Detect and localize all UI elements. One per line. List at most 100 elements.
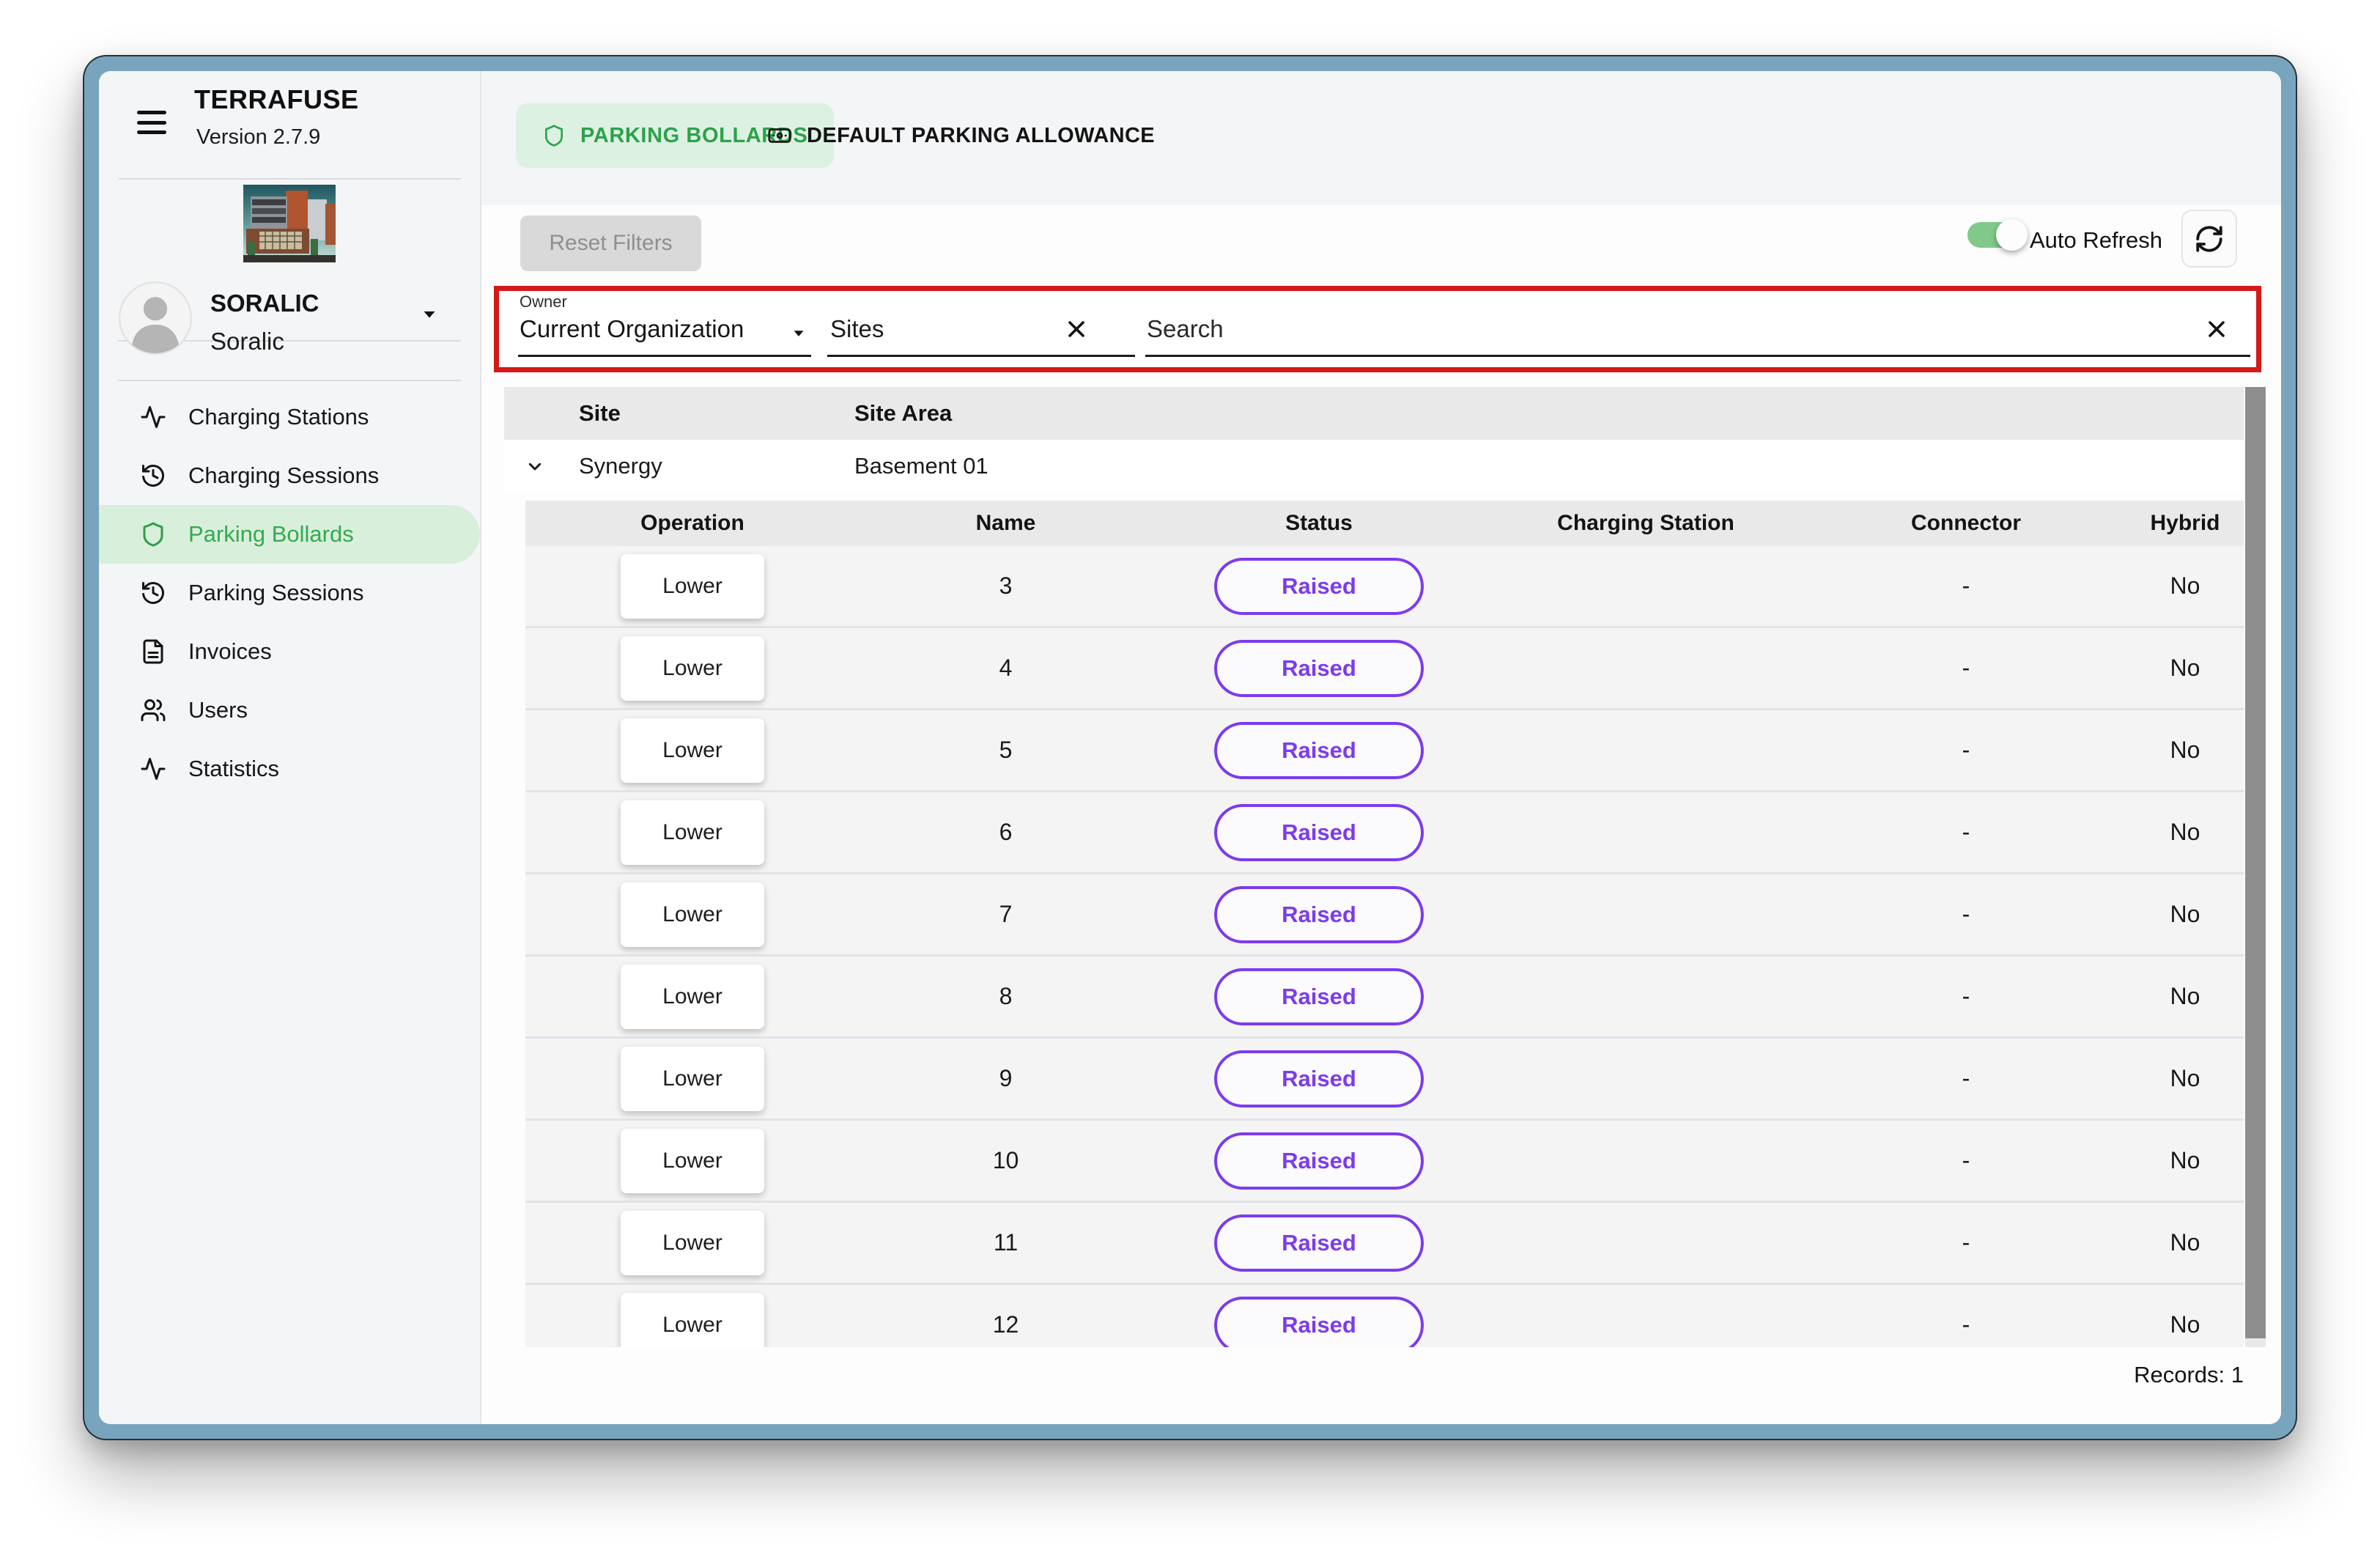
hamburger-menu-icon[interactable] bbox=[137, 111, 166, 134]
shield-icon bbox=[140, 521, 166, 548]
connector-cell: - bbox=[1962, 901, 1970, 928]
connector-cell: - bbox=[1962, 737, 1970, 764]
history-icon bbox=[140, 580, 166, 606]
lower-button[interactable]: Lower bbox=[621, 1047, 764, 1111]
chevron-down-icon[interactable] bbox=[523, 454, 547, 478]
lower-button[interactable]: Lower bbox=[621, 800, 764, 865]
sidebar-item-statistics[interactable]: Statistics bbox=[99, 740, 480, 798]
activity-icon bbox=[140, 404, 166, 430]
bollard-name: 8 bbox=[999, 983, 1013, 1010]
connector-cell: - bbox=[1962, 572, 1970, 600]
toggle-knob bbox=[1996, 219, 2028, 251]
col-hybrid: Hybrid bbox=[2150, 511, 2220, 536]
sites-field[interactable]: Sites bbox=[830, 315, 884, 343]
hybrid-cell: No bbox=[2170, 901, 2200, 928]
bollard-name: 3 bbox=[999, 572, 1013, 600]
app-version: Version 2.7.9 bbox=[196, 125, 320, 150]
sidebar-nav: Charging Stations Charging Sessions Park… bbox=[99, 388, 480, 798]
app-window: TERRAFUSE Version 2.7.9 bbox=[84, 56, 2296, 1439]
hybrid-cell: No bbox=[2170, 1147, 2200, 1174]
owner-field-label: Owner bbox=[520, 292, 567, 312]
site-header-row: Site Site Area bbox=[504, 387, 2244, 440]
hybrid-cell: No bbox=[2170, 572, 2200, 600]
lower-button[interactable]: Lower bbox=[621, 965, 764, 1029]
bollard-name: 7 bbox=[999, 901, 1013, 928]
sidebar-item-users[interactable]: Users bbox=[99, 681, 480, 740]
table-scrollbar-thumb[interactable] bbox=[2245, 387, 2266, 1338]
status-badge: Raised bbox=[1214, 558, 1424, 615]
col-operation: Operation bbox=[640, 511, 744, 536]
lower-button[interactable]: Lower bbox=[621, 1129, 764, 1193]
refresh-button[interactable] bbox=[2181, 210, 2237, 268]
site-column-header: Site bbox=[504, 400, 854, 427]
account-org-name: SORALIC bbox=[210, 290, 319, 317]
sidebar-item-invoices[interactable]: Invoices bbox=[99, 622, 480, 681]
account-user-name: Soralic bbox=[210, 328, 284, 355]
bollard-name: 4 bbox=[999, 655, 1013, 682]
sidebar-divider bbox=[118, 178, 461, 180]
hybrid-cell: No bbox=[2170, 1065, 2200, 1092]
account-caret-down-icon[interactable] bbox=[418, 303, 440, 325]
bollard-name: 10 bbox=[993, 1147, 1019, 1174]
sidebar-item-charging-stations[interactable]: Charging Stations bbox=[99, 388, 480, 446]
site-area-name: Basement 01 bbox=[854, 453, 2244, 479]
lower-button[interactable]: Lower bbox=[621, 1293, 764, 1348]
columns-header-row: Operation Name Status Charging Station C… bbox=[525, 501, 2244, 546]
search-input[interactable] bbox=[1147, 310, 2173, 348]
auto-refresh-label: Auto Refresh bbox=[2030, 227, 2162, 254]
connector-cell: - bbox=[1962, 819, 1970, 846]
connector-cell: - bbox=[1962, 1065, 1970, 1092]
reset-filters-button[interactable]: Reset Filters bbox=[520, 215, 701, 271]
sites-underline bbox=[827, 355, 1135, 357]
status-badge: Raised bbox=[1214, 722, 1424, 779]
owner-select[interactable]: Current Organization bbox=[520, 315, 744, 343]
hybrid-cell: No bbox=[2170, 737, 2200, 764]
app-window-content: TERRAFUSE Version 2.7.9 bbox=[99, 71, 2281, 1424]
sidebar-item-label: Charging Sessions bbox=[188, 462, 379, 489]
table-row: Lower 7 Raised - No bbox=[525, 874, 2244, 957]
sidebar-item-label: Charging Stations bbox=[188, 404, 369, 430]
sidebar-item-parking-sessions[interactable]: Parking Sessions bbox=[99, 564, 480, 622]
table-scrollbar-track[interactable] bbox=[2245, 387, 2266, 1347]
site-name: Synergy bbox=[504, 453, 854, 479]
lower-button[interactable]: Lower bbox=[621, 554, 764, 619]
status-badge: Raised bbox=[1214, 1215, 1424, 1272]
search-clear-icon[interactable] bbox=[2203, 316, 2230, 342]
table-row: Lower 8 Raised - No bbox=[525, 957, 2244, 1039]
col-charging-station: Charging Station bbox=[1557, 511, 1734, 536]
connector-cell: - bbox=[1962, 1229, 1970, 1256]
site-group-row[interactable]: Synergy Basement 01 bbox=[504, 440, 2244, 493]
table-rows: Lower 3 Raised - No Lower 4 Raised - No … bbox=[525, 546, 2244, 1347]
sidebar-item-label: Parking Sessions bbox=[188, 580, 364, 606]
owner-caret-down-icon[interactable] bbox=[789, 323, 808, 342]
table-spacer bbox=[504, 493, 2244, 501]
invoice-icon bbox=[140, 638, 166, 665]
table-row: Lower 3 Raised - No bbox=[525, 546, 2244, 628]
user-avatar[interactable] bbox=[118, 281, 193, 355]
hybrid-cell: No bbox=[2170, 983, 2200, 1010]
lower-button[interactable]: Lower bbox=[621, 636, 764, 701]
connector-cell: - bbox=[1962, 1311, 1970, 1338]
sidebar-item-label: Invoices bbox=[188, 638, 272, 665]
lower-button[interactable]: Lower bbox=[621, 882, 764, 947]
sidebar-item-charging-sessions[interactable]: Charging Sessions bbox=[99, 446, 480, 505]
sites-clear-icon[interactable] bbox=[1063, 316, 1090, 342]
bollard-name: 6 bbox=[999, 819, 1013, 846]
table-row: Lower 11 Raised - No bbox=[525, 1203, 2244, 1285]
status-badge: Raised bbox=[1214, 1050, 1424, 1107]
lower-button[interactable]: Lower bbox=[621, 718, 764, 783]
col-name: Name bbox=[976, 511, 1036, 536]
tab-default-parking-allowance[interactable]: DEFAULT PARKING ALLOWANCE bbox=[767, 103, 1155, 168]
hybrid-cell: No bbox=[2170, 1311, 2200, 1338]
lower-button[interactable]: Lower bbox=[621, 1211, 764, 1275]
sidebar-item-parking-bollards[interactable]: Parking Bollards bbox=[99, 505, 480, 564]
table-row: Lower 4 Raised - No bbox=[525, 628, 2244, 710]
activity-icon bbox=[140, 756, 166, 782]
refresh-icon bbox=[2194, 224, 2225, 254]
history-icon bbox=[140, 462, 166, 489]
auto-refresh-toggle[interactable] bbox=[1967, 222, 2019, 248]
connector-cell: - bbox=[1962, 655, 1970, 682]
table-row: Lower 10 Raised - No bbox=[525, 1121, 2244, 1203]
owner-underline bbox=[518, 355, 811, 357]
hybrid-cell: No bbox=[2170, 1229, 2200, 1256]
